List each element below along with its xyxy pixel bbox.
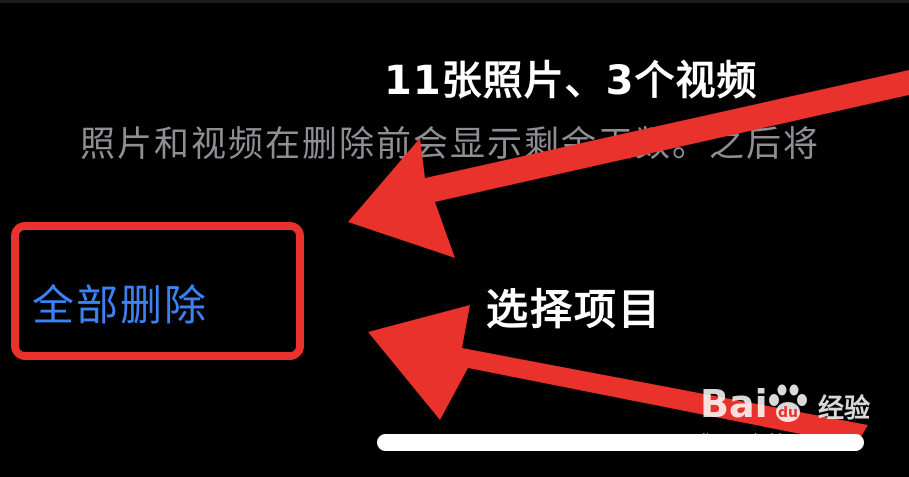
watermark-brand-suffix: 经验 <box>818 394 871 424</box>
album-description: 照片和视频在删除前会显示剩余天数。之后将 <box>80 125 821 165</box>
top-divider <box>0 0 909 3</box>
home-indicator[interactable] <box>377 434 864 451</box>
album-count-title: 11张照片、3个视频 <box>384 58 758 104</box>
select-items-button[interactable]: 选择项目 <box>486 276 662 337</box>
baidu-paw-icon: du <box>769 384 807 422</box>
delete-all-button[interactable]: 全部删除 <box>32 272 208 333</box>
screen: 11张照片、3个视频 照片和视频在删除前会显示剩余天数。之后将 全部删除 选择项… <box>0 0 909 477</box>
watermark-brand: Bai <box>700 382 768 426</box>
svg-text:du: du <box>778 405 798 421</box>
